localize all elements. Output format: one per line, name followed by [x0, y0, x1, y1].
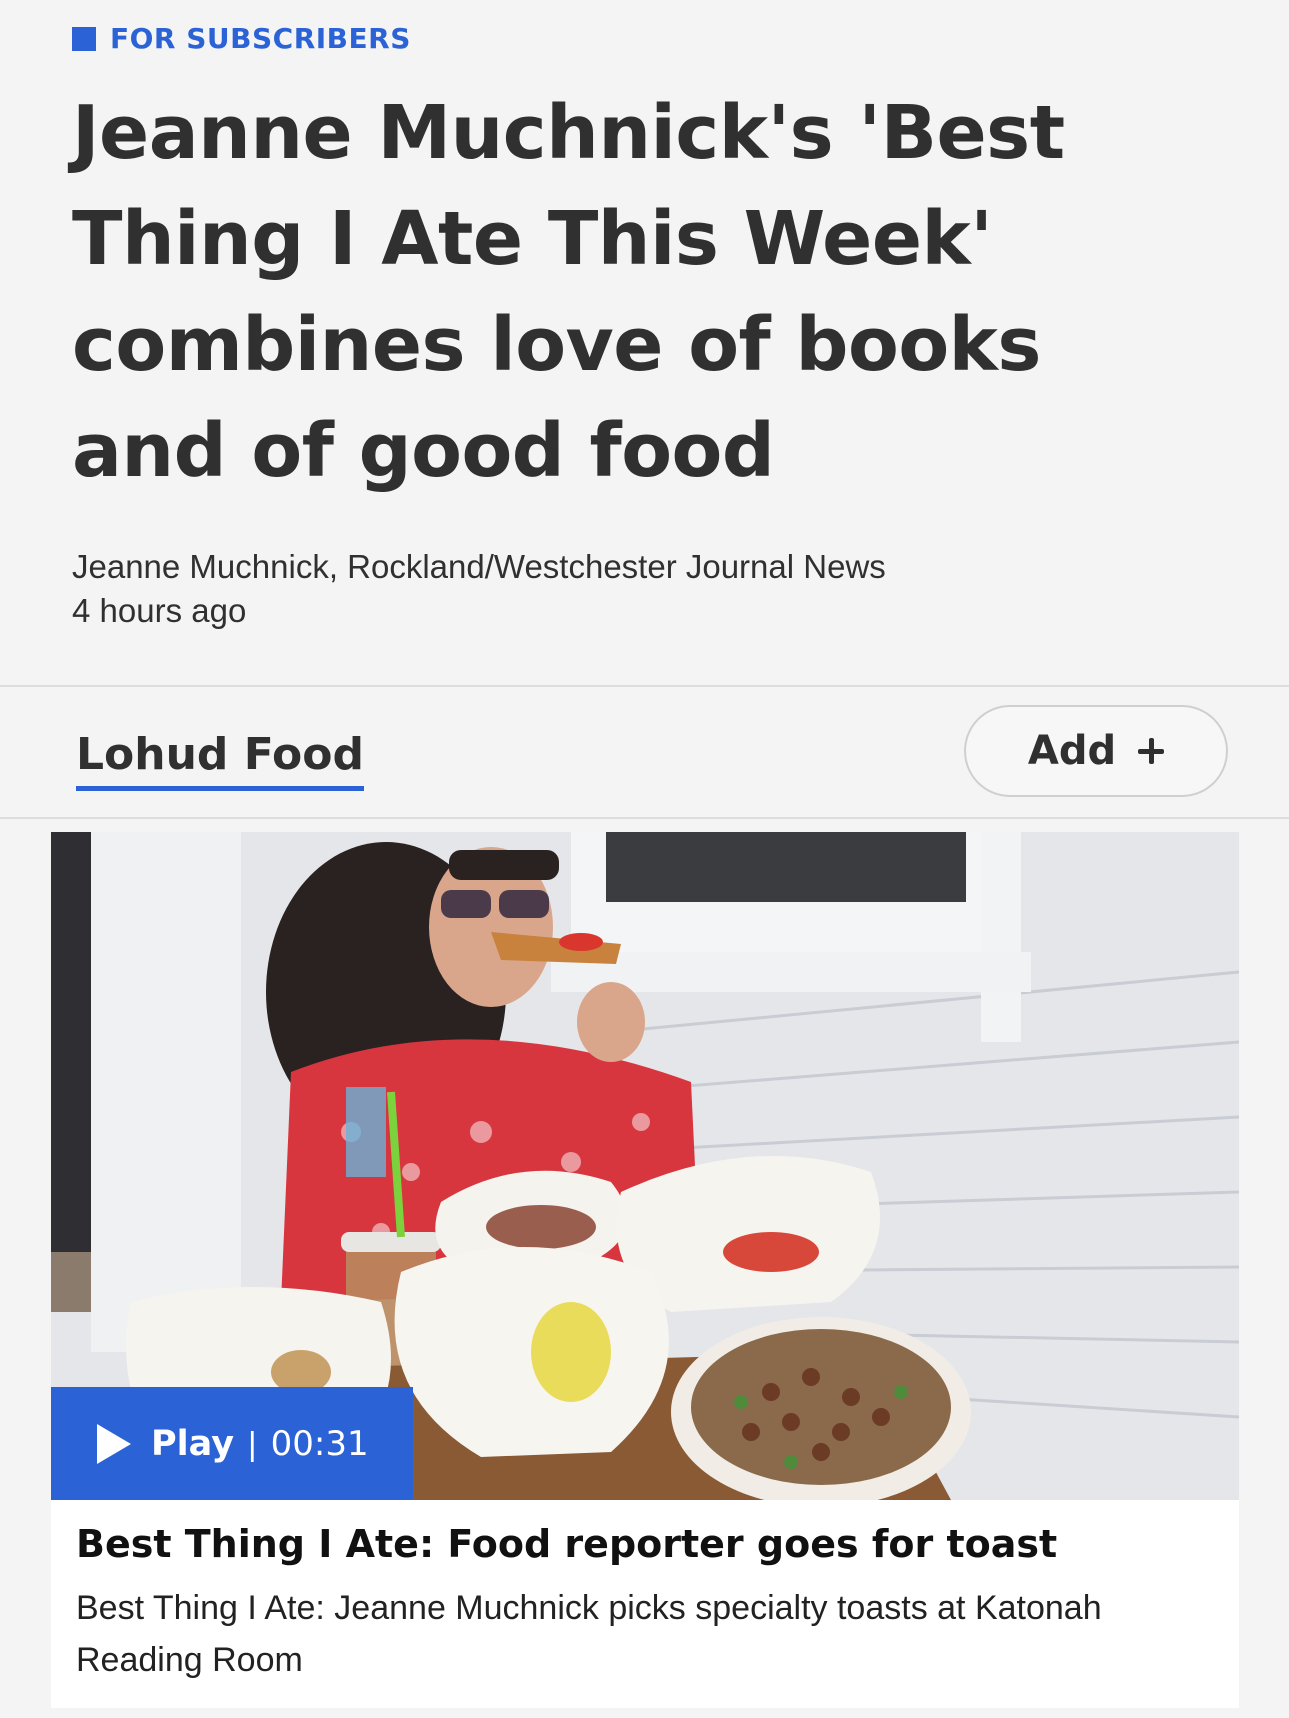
add-topic-button[interactable]: Add — [964, 705, 1228, 797]
play-separator: | — [248, 1424, 257, 1462]
article-timestamp: 4 hours ago — [72, 592, 247, 629]
video-thumbnail[interactable]: Play | 00:31 — [51, 832, 1239, 1500]
article-byline[interactable]: Jeanne Muchnick, Rockland/Westchester Jo… — [72, 544, 886, 590]
topic-link-lohud-food[interactable]: Lohud Food — [76, 729, 364, 791]
subscriber-square-icon — [72, 26, 96, 51]
topic-row: Lohud Food Add — [0, 687, 1289, 817]
video-card[interactable]: Play | 00:31 Best Thing I Ate: Food repo… — [51, 832, 1239, 1708]
add-button-label: Add — [1027, 728, 1117, 774]
video-title[interactable]: Best Thing I Ate: Food reporter goes for… — [76, 1522, 1216, 1566]
video-description: Best Thing I Ate: Jeanne Muchnick picks … — [76, 1589, 1102, 1679]
video-play-button[interactable]: Play | 00:31 — [51, 1387, 413, 1500]
play-label: Play — [151, 1423, 235, 1464]
subscriber-kicker: FOR SUBSCRIBERS — [72, 22, 411, 55]
plus-icon — [1138, 738, 1165, 764]
play-icon — [97, 1423, 131, 1464]
divider — [0, 817, 1289, 819]
article-headline: Jeanne Muchnick's 'Best Thing I Ate This… — [72, 90, 1065, 494]
video-duration: 00:31 — [270, 1423, 369, 1464]
kicker-label: FOR SUBSCRIBERS — [110, 22, 411, 55]
